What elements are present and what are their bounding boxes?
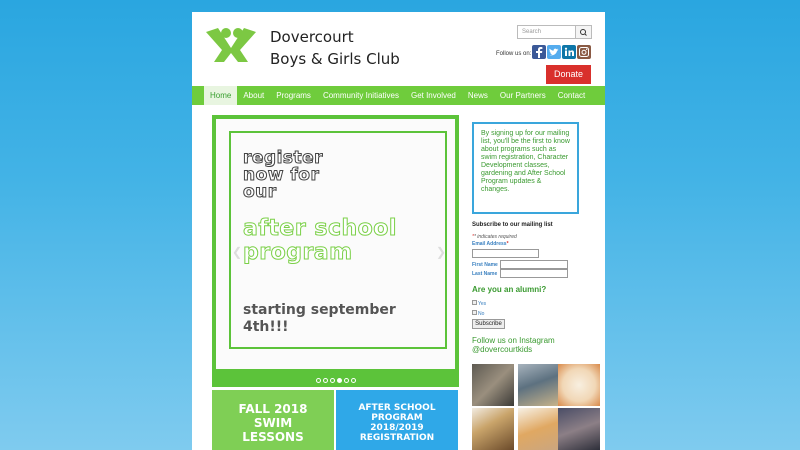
tile-swim-label: FALL 2018 SWIM LESSONS (238, 401, 308, 444)
nav-item-about[interactable]: About (237, 86, 270, 105)
email-label: Email Address* (472, 241, 509, 247)
twitter-icon[interactable] (547, 45, 561, 59)
tile-after-school[interactable]: AFTER SCHOOL PROGRAM 2018/2019 REGISTRAT… (336, 390, 458, 450)
mailing-list-info: By signing up for our mailing list, you'… (472, 122, 579, 214)
alumni-question: Are you an alumni? (472, 285, 547, 294)
hero-slider[interactable]: register now for our after school progra… (212, 115, 459, 387)
slide-date: starting september 4th!!! (243, 302, 396, 335)
alumni-no-radio[interactable] (472, 310, 477, 315)
slider-dot[interactable] (316, 378, 321, 383)
instagram-photo-3[interactable] (558, 364, 600, 406)
club-logo[interactable] (204, 26, 258, 64)
follow-label: Follow us on: (496, 51, 532, 57)
email-required-mark: * (506, 241, 509, 247)
club-name[interactable]: Dovercourt Boys & Girls Club (270, 26, 400, 70)
last-name-field[interactable] (500, 269, 568, 278)
nav-item-news[interactable]: News (462, 86, 494, 105)
facebook-icon[interactable] (532, 45, 546, 59)
instagram-photo-1[interactable] (472, 364, 514, 406)
first-name-label: First Name (472, 262, 498, 268)
indicates-required-text: * indicates required (473, 234, 517, 240)
slide-program: after school program (243, 216, 397, 265)
nav-item-our-partners[interactable]: Our Partners (494, 86, 552, 105)
alumni-yes-radio[interactable] (472, 300, 477, 305)
instagram-icon[interactable] (577, 45, 591, 59)
slider-dot[interactable] (344, 378, 349, 383)
first-name-field[interactable] (500, 260, 568, 269)
instagram-photo-2[interactable] (518, 364, 560, 406)
subscribe-button[interactable]: Subscribe (472, 319, 505, 329)
donate-button[interactable]: Donate (546, 65, 591, 84)
slider-dot-active[interactable] (337, 378, 342, 383)
page-container: Dovercourt Boys & Girls Club Search Foll… (192, 12, 605, 450)
nav-item-community-initiatives[interactable]: Community Initiatives (317, 86, 405, 105)
instagram-photo-6[interactable] (558, 408, 600, 450)
slider-next-arrow[interactable]: ❯ (436, 245, 446, 259)
slider-dot[interactable] (351, 378, 356, 383)
slider-dots (316, 378, 356, 383)
main-nav: Home About Programs Community Initiative… (192, 86, 605, 105)
slider-prev-arrow[interactable]: ❮ (232, 245, 242, 259)
club-name-line1: Dovercourt (270, 28, 354, 46)
email-label-text: Email Address (472, 241, 507, 247)
nav-item-home[interactable]: Home (204, 86, 238, 105)
alumni-yes-label[interactable]: Yes (478, 301, 486, 307)
linkedin-icon[interactable] (562, 45, 576, 59)
last-name-label: Last Name (472, 271, 498, 277)
search-button[interactable] (575, 25, 592, 39)
search-icon (580, 29, 587, 36)
nav-item-contact[interactable]: Contact (552, 86, 592, 105)
nav-item-get-involved[interactable]: Get Involved (405, 86, 462, 105)
nav-item-programs[interactable]: Programs (270, 86, 317, 105)
slide-heading: register now for our (243, 148, 324, 202)
tile-after-school-label: AFTER SCHOOL PROGRAM 2018/2019 REGISTRAT… (358, 402, 436, 443)
club-name-line2: Boys & Girls Club (270, 50, 400, 68)
slide-after-school[interactable]: register now for our after school progra… (216, 119, 455, 369)
instagram-photo-5[interactable] (518, 408, 560, 450)
subscribe-title: Subscribe to our mailing list (472, 222, 553, 228)
indicates-required: ** indicates required (472, 234, 517, 240)
slider-dot[interactable] (323, 378, 328, 383)
email-field[interactable] (472, 249, 539, 258)
tile-swim-lessons[interactable]: FALL 2018 SWIM LESSONS (212, 390, 334, 450)
instagram-photo-4[interactable] (472, 408, 514, 450)
slider-dot[interactable] (330, 378, 335, 383)
alumni-no-label[interactable]: No (478, 311, 484, 317)
instagram-title[interactable]: Follow us on Instagram @dovercourtkids (472, 336, 582, 354)
